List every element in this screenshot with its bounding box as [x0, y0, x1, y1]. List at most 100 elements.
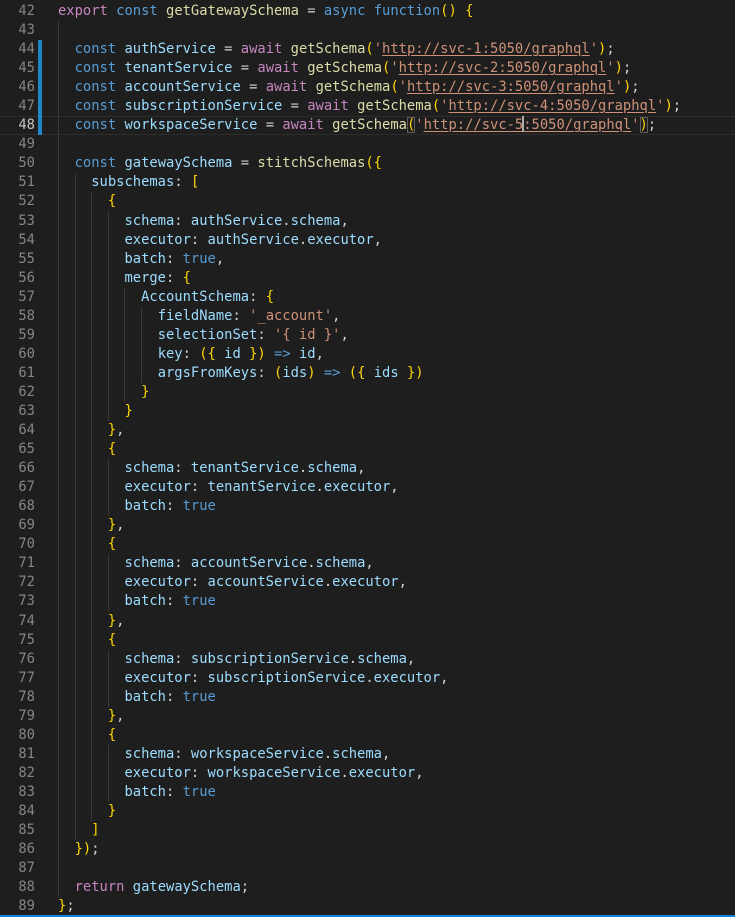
code-token: workspaceService — [208, 765, 341, 781]
code-line[interactable]: 71 schema: accountService.schema, — [0, 554, 735, 573]
code-token — [282, 41, 290, 57]
gutter-modified-indicator — [38, 116, 42, 135]
code-token: , — [340, 213, 348, 229]
code-lines-container: 42export const getGatewaySchema = async … — [0, 2, 735, 916]
code-line[interactable]: 83 batch: true — [0, 783, 735, 802]
code-token: ; — [673, 98, 681, 114]
code-line[interactable]: 46 const accountService = await getSchem… — [0, 78, 735, 97]
gutter-modified-indicator — [38, 78, 42, 97]
code-line[interactable]: 45 const tenantService = await getSchema… — [0, 59, 735, 78]
line-number: 72 — [0, 573, 35, 592]
code-text — [58, 21, 75, 40]
code-line[interactable]: 49 — [0, 135, 735, 154]
code-token: ( — [432, 98, 440, 114]
code-line[interactable]: 84 } — [0, 802, 735, 821]
code-text: }, — [58, 707, 124, 726]
code-token: ; — [606, 41, 614, 57]
code-text: } — [58, 802, 116, 821]
code-text: AccountSchema: { — [58, 288, 274, 307]
code-token: executor — [124, 574, 190, 590]
code-line[interactable]: 86 }); — [0, 840, 735, 859]
code-line[interactable]: 60 key: ({ id }) => id, — [0, 345, 735, 364]
code-line[interactable]: 44 const authService = await getSchema('… — [0, 40, 735, 59]
code-line[interactable]: 76 schema: subscriptionService.schema, — [0, 650, 735, 669]
code-text: const authService = await getSchema('htt… — [58, 40, 615, 59]
code-token: , — [407, 651, 415, 667]
code-token: } — [108, 708, 116, 724]
code-line[interactable]: 70 { — [0, 535, 735, 554]
code-line[interactable]: 87 — [0, 859, 735, 878]
code-token: [ — [191, 174, 199, 190]
code-token: accountService — [208, 574, 324, 590]
code-line[interactable]: 74 }, — [0, 612, 735, 631]
code-line[interactable]: 50 const gatewaySchema = stitchSchemas({ — [0, 154, 735, 173]
code-line[interactable]: 66 schema: tenantService.schema, — [0, 459, 735, 478]
code-line[interactable]: 65 { — [0, 440, 735, 459]
code-line[interactable]: 56 merge: { — [0, 269, 735, 288]
code-line[interactable]: 79 }, — [0, 707, 735, 726]
code-line[interactable]: 77 executor: subscriptionService.executo… — [0, 669, 735, 688]
code-line[interactable]: 47 const subscriptionService = await get… — [0, 97, 735, 116]
code-editor[interactable]: 42export const getGatewaySchema = async … — [0, 0, 735, 917]
code-token: . — [340, 765, 348, 781]
code-line[interactable]: 64 }, — [0, 421, 735, 440]
code-line[interactable]: 42export const getGatewaySchema = async … — [0, 2, 735, 21]
code-line[interactable]: 73 batch: true — [0, 592, 735, 611]
code-line[interactable]: 51 subschemas: [ — [0, 173, 735, 192]
code-line[interactable]: 55 batch: true, — [0, 250, 735, 269]
code-line[interactable]: 75 { — [0, 631, 735, 650]
code-text: schema: authService.schema, — [58, 212, 349, 231]
code-line[interactable]: 78 batch: true — [0, 688, 735, 707]
code-text: schema: accountService.schema, — [58, 554, 374, 573]
code-token: = — [216, 41, 241, 57]
code-line[interactable]: 81 schema: workspaceService.schema, — [0, 745, 735, 764]
code-token: ( — [365, 41, 373, 57]
code-line[interactable]: 67 executor: tenantService.executor, — [0, 478, 735, 497]
code-token: : — [166, 593, 183, 609]
code-text: }); — [58, 840, 100, 859]
code-line[interactable]: 57 AccountSchema: { — [0, 288, 735, 307]
code-line[interactable]: 68 batch: true — [0, 497, 735, 516]
code-token: authService — [124, 41, 215, 57]
code-token: = — [232, 60, 257, 76]
code-line[interactable]: 89}; — [0, 897, 735, 916]
code-line[interactable]: 82 executor: workspaceService.executor, — [0, 764, 735, 783]
code-line[interactable]: 85 ] — [0, 821, 735, 840]
code-line[interactable]: 48 const workspaceService = await getSch… — [0, 116, 735, 135]
code-line[interactable]: 72 executor: accountService.executor, — [0, 573, 735, 592]
gutter-modified-indicator — [38, 59, 42, 78]
code-token — [216, 346, 224, 362]
code-token: : — [191, 574, 208, 590]
code-token: authService — [191, 213, 282, 229]
code-token: { — [108, 536, 116, 552]
code-line[interactable]: 58 fieldName: '_account', — [0, 307, 735, 326]
code-line[interactable]: 88 return gatewaySchema; — [0, 878, 735, 897]
code-line[interactable]: 53 schema: authService.schema, — [0, 212, 735, 231]
code-token: http://svc-3:5050/graphql — [407, 79, 615, 95]
code-text: batch: true — [58, 688, 216, 707]
code-line[interactable]: 43 — [0, 21, 735, 40]
code-line[interactable]: 61 argsFromKeys: (ids) => ({ ids }) — [0, 364, 735, 383]
code-line[interactable]: 63 } — [0, 402, 735, 421]
code-line[interactable]: 52 { — [0, 192, 735, 211]
code-line[interactable]: 69 }, — [0, 516, 735, 535]
line-number: 52 — [0, 192, 35, 211]
code-line[interactable]: 80 { — [0, 726, 735, 745]
code-token: : — [257, 365, 274, 381]
code-token: , — [116, 517, 124, 533]
code-text: const tenantService = await getSchema('h… — [58, 59, 631, 78]
code-line[interactable]: 59 selectionSet: '{ id }', — [0, 326, 735, 345]
code-line[interactable]: 54 executor: authService.executor, — [0, 231, 735, 250]
code-token: getSchema — [316, 79, 391, 95]
code-text: subschemas: [ — [58, 173, 199, 192]
code-token: ) — [640, 117, 648, 133]
code-token: { — [108, 441, 116, 457]
code-token: : — [174, 460, 191, 476]
line-number: 53 — [0, 212, 35, 231]
code-token: schema — [291, 213, 341, 229]
code-token: getSchema — [307, 60, 382, 76]
code-token: batch — [124, 498, 166, 514]
code-token: : — [166, 784, 183, 800]
code-token: accountService — [191, 555, 307, 571]
code-line[interactable]: 62 } — [0, 383, 735, 402]
